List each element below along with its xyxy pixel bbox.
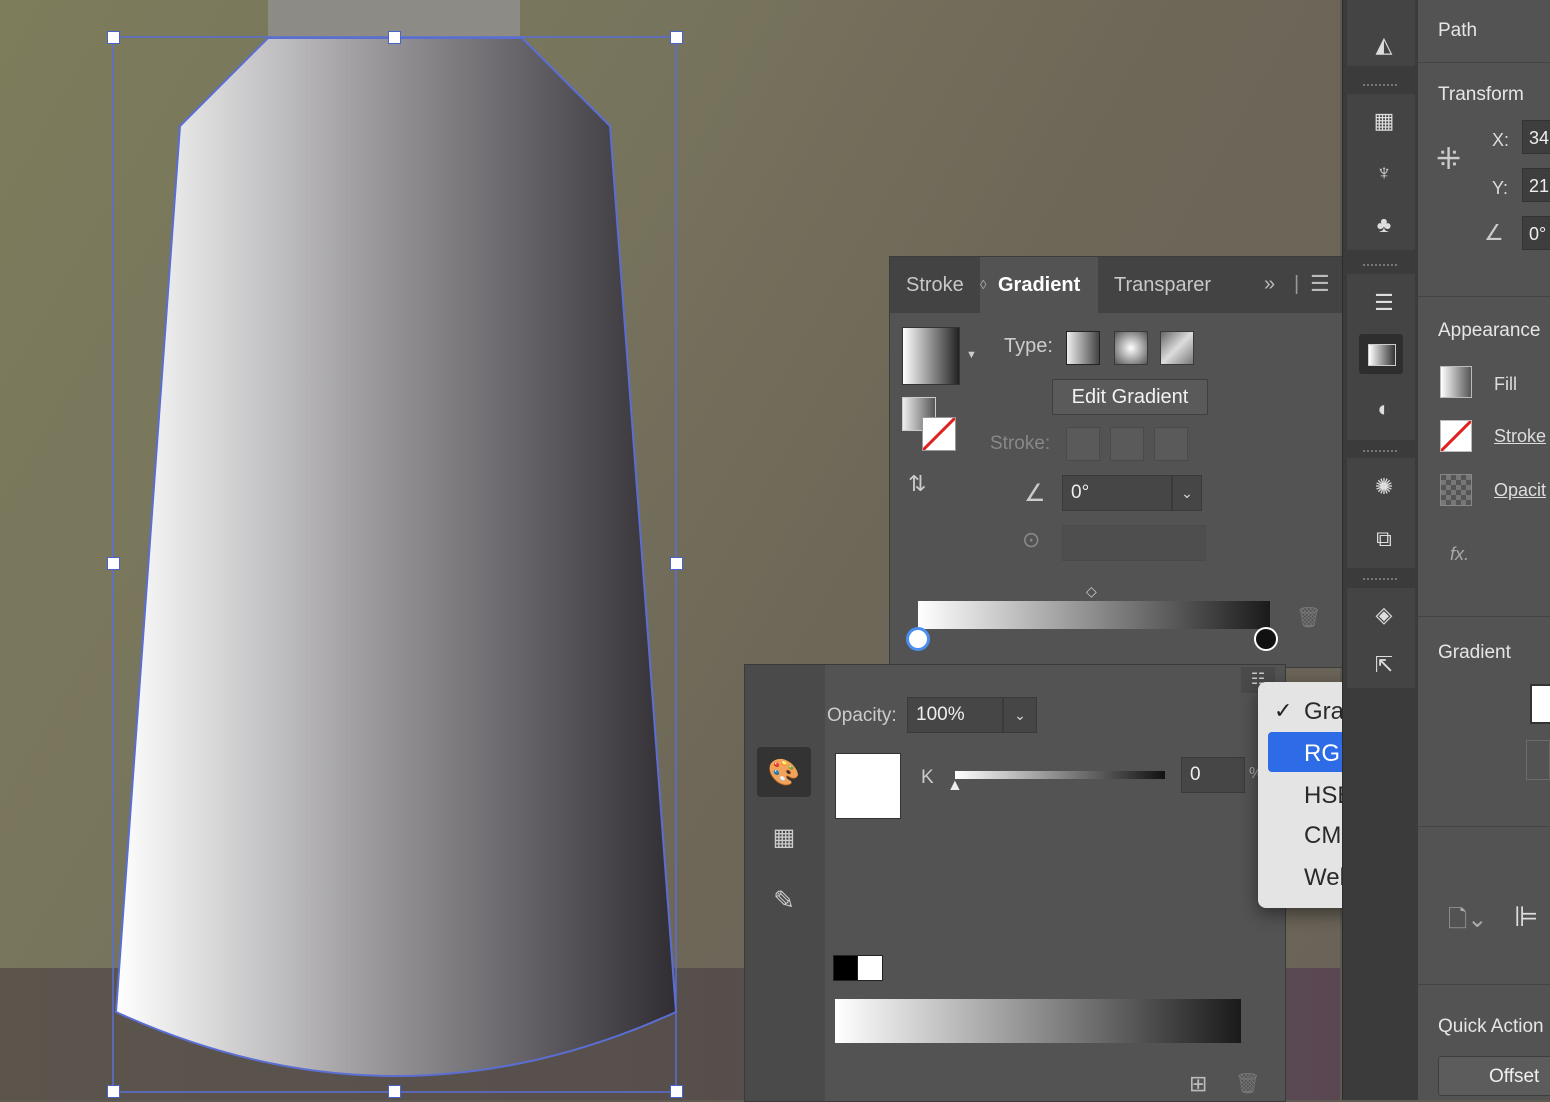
radial-gradient-button[interactable]	[1114, 331, 1148, 365]
delete-stop-icon[interactable]: 🗑	[1296, 605, 1321, 630]
gradient-edit-button[interactable]	[1526, 740, 1550, 780]
opacity-label: Opacity:	[827, 705, 897, 726]
layers-icon[interactable]: ◈	[1369, 600, 1399, 630]
quick-actions-title: Quick Action	[1438, 1016, 1544, 1037]
gradient-title: Gradient	[1438, 642, 1511, 663]
gradient-panel: Stroke ◊ Gradient Transparer » | ☰ ▼ ⇅ T…	[889, 256, 1343, 668]
gradient-slider[interactable]	[918, 601, 1270, 629]
swatches-tab-icon[interactable]: ▦	[767, 823, 801, 857]
appearance-title: Appearance	[1438, 320, 1541, 341]
tab-transparency[interactable]: Transparer	[1114, 274, 1211, 297]
y-input[interactable]: 21	[1522, 168, 1550, 202]
k-channel-input[interactable]: 0	[1181, 757, 1245, 793]
k-channel-slider[interactable]	[955, 771, 1165, 779]
tab-gradient[interactable]: Gradient	[998, 274, 1080, 297]
gradient-swatch[interactable]	[902, 327, 960, 385]
selection-handle-top-right[interactable]	[670, 31, 683, 44]
stroke-label[interactable]: Stroke	[1494, 426, 1546, 447]
opacity-swatch-icon[interactable]	[1440, 474, 1472, 506]
k-channel-label: K	[921, 767, 934, 788]
graphic-styles-icon[interactable]: ⧉	[1369, 524, 1399, 554]
panel-dock: ◭ ▦ ♆ ♣ ☰ ◐ ✺ ⧉ ◈ ⇱	[1342, 0, 1419, 1100]
opacity-input[interactable]: 100%	[907, 697, 1003, 733]
eyedropper-icon[interactable]: ✎	[767, 885, 801, 919]
transform-title: Transform	[1438, 84, 1524, 105]
transparency-panel-icon[interactable]: ◐	[1369, 394, 1399, 424]
color-mode-tab[interactable]: 🎨	[757, 747, 811, 797]
stroke-within-button[interactable]	[1066, 427, 1100, 461]
aspect-ratio-icon: ⊙	[1022, 527, 1041, 552]
angle-icon: ∠	[1024, 480, 1046, 507]
align-left-icon[interactable]: ⊫	[1514, 900, 1538, 933]
stroke-panel-icon[interactable]: ☰	[1369, 288, 1399, 318]
color-panel-sidebar	[745, 665, 825, 1101]
selection-handle-top-center[interactable]	[388, 31, 401, 44]
stroke-along-button[interactable]	[1110, 427, 1144, 461]
fx-icon[interactable]: fx.	[1450, 544, 1469, 565]
fill-label: Fill	[1494, 374, 1517, 394]
opacity-label[interactable]: Opacit	[1494, 480, 1546, 501]
export-icon[interactable]: ⇱	[1369, 650, 1399, 680]
swatches-icon[interactable]: ▦	[1369, 106, 1399, 136]
new-swatch-icon[interactable]: ⊞	[1189, 1071, 1207, 1097]
tab-reorder-icon: ◊	[980, 277, 987, 292]
path-label: Path	[1438, 20, 1478, 41]
angle-dropdown-button[interactable]: ⌄	[1172, 475, 1202, 511]
panel-menu-icon[interactable]: ☰	[1310, 271, 1330, 297]
gradient-stop-black[interactable]	[1254, 627, 1278, 651]
gradient-panel-icon[interactable]	[1359, 334, 1403, 374]
aspect-ratio-input	[1062, 525, 1206, 561]
color-picker-panel: 🎨 ▦ ✎ ☷ Opacity: 100% ⌄ K ▲ 0 % ⊞ 🗑	[744, 664, 1286, 1102]
linear-gradient-button[interactable]	[1066, 331, 1100, 365]
selection-handle-bottom-left[interactable]	[107, 1085, 120, 1098]
reference-point-icon[interactable]: ⁜	[1436, 142, 1461, 177]
angle-input[interactable]: 0°	[1062, 475, 1172, 511]
brushes-icon[interactable]: ♆	[1369, 158, 1399, 188]
stroke-across-button[interactable]	[1154, 427, 1188, 461]
x-input[interactable]: 34	[1522, 120, 1550, 154]
panel-tab-bar: Stroke ◊ Gradient Transparer » | ☰	[890, 257, 1342, 313]
y-label: Y:	[1492, 178, 1509, 198]
rotate-angle-icon: ∠	[1484, 220, 1504, 245]
selection-handle-bottom-center[interactable]	[388, 1085, 401, 1098]
delete-swatch-icon: 🗑	[1235, 1073, 1261, 1095]
appearance-icon[interactable]: ✺	[1369, 472, 1399, 502]
edit-gradient-button[interactable]: Edit Gradient	[1052, 379, 1208, 415]
stroke-swatch-icon[interactable]	[1439, 419, 1473, 453]
freeform-gradient-button[interactable]	[1160, 331, 1194, 365]
fill-stroke-icon[interactable]	[902, 397, 958, 453]
offset-button-label: Offset	[1489, 1066, 1540, 1087]
properties-panel: Path Transform ⁜ X: 34 Y: 21 ∠ 0° Appear…	[1418, 0, 1550, 1100]
reverse-gradient-icon[interactable]: ⇅	[908, 471, 926, 497]
align-to-icon[interactable]: 🗋⌄	[1448, 902, 1487, 943]
gradient-midpoint-icon[interactable]: ◇	[1086, 583, 1097, 600]
selection-handle-mid-right[interactable]	[670, 557, 683, 570]
opacity-dropdown-button[interactable]: ⌄	[1003, 697, 1037, 733]
tab-stroke[interactable]: Stroke	[906, 274, 964, 297]
color-spectrum-bar[interactable]	[835, 999, 1241, 1043]
gradient-type-button[interactable]	[1530, 684, 1550, 724]
white-swatch[interactable]	[857, 955, 883, 981]
selection-handle-top-left[interactable]	[107, 31, 120, 44]
transparency-icon[interactable]: ◭	[1369, 30, 1399, 60]
divider-icon: |	[1294, 273, 1300, 295]
gradient-stop-white[interactable]	[906, 627, 930, 651]
expand-panels-icon[interactable]: »	[1264, 273, 1275, 296]
type-label: Type:	[1004, 335, 1053, 357]
symbols-icon[interactable]: ♣	[1369, 210, 1399, 240]
offset-button[interactable]: Offset	[1438, 1056, 1550, 1096]
rotate-input[interactable]: 0°	[1522, 216, 1550, 250]
swatch-dropdown-icon[interactable]: ▼	[966, 349, 977, 361]
selection-handle-mid-left[interactable]	[107, 557, 120, 570]
black-swatch[interactable]	[833, 955, 859, 981]
x-label: X:	[1492, 130, 1510, 150]
checkmark-icon: ✓	[1274, 698, 1293, 723]
k-slider-thumb[interactable]: ▲	[947, 777, 963, 795]
stroke-label: Stroke:	[990, 433, 1051, 454]
fill-swatch-icon[interactable]	[1440, 366, 1472, 398]
selection-handle-bottom-right[interactable]	[670, 1085, 683, 1098]
current-color-swatch[interactable]	[835, 753, 901, 819]
